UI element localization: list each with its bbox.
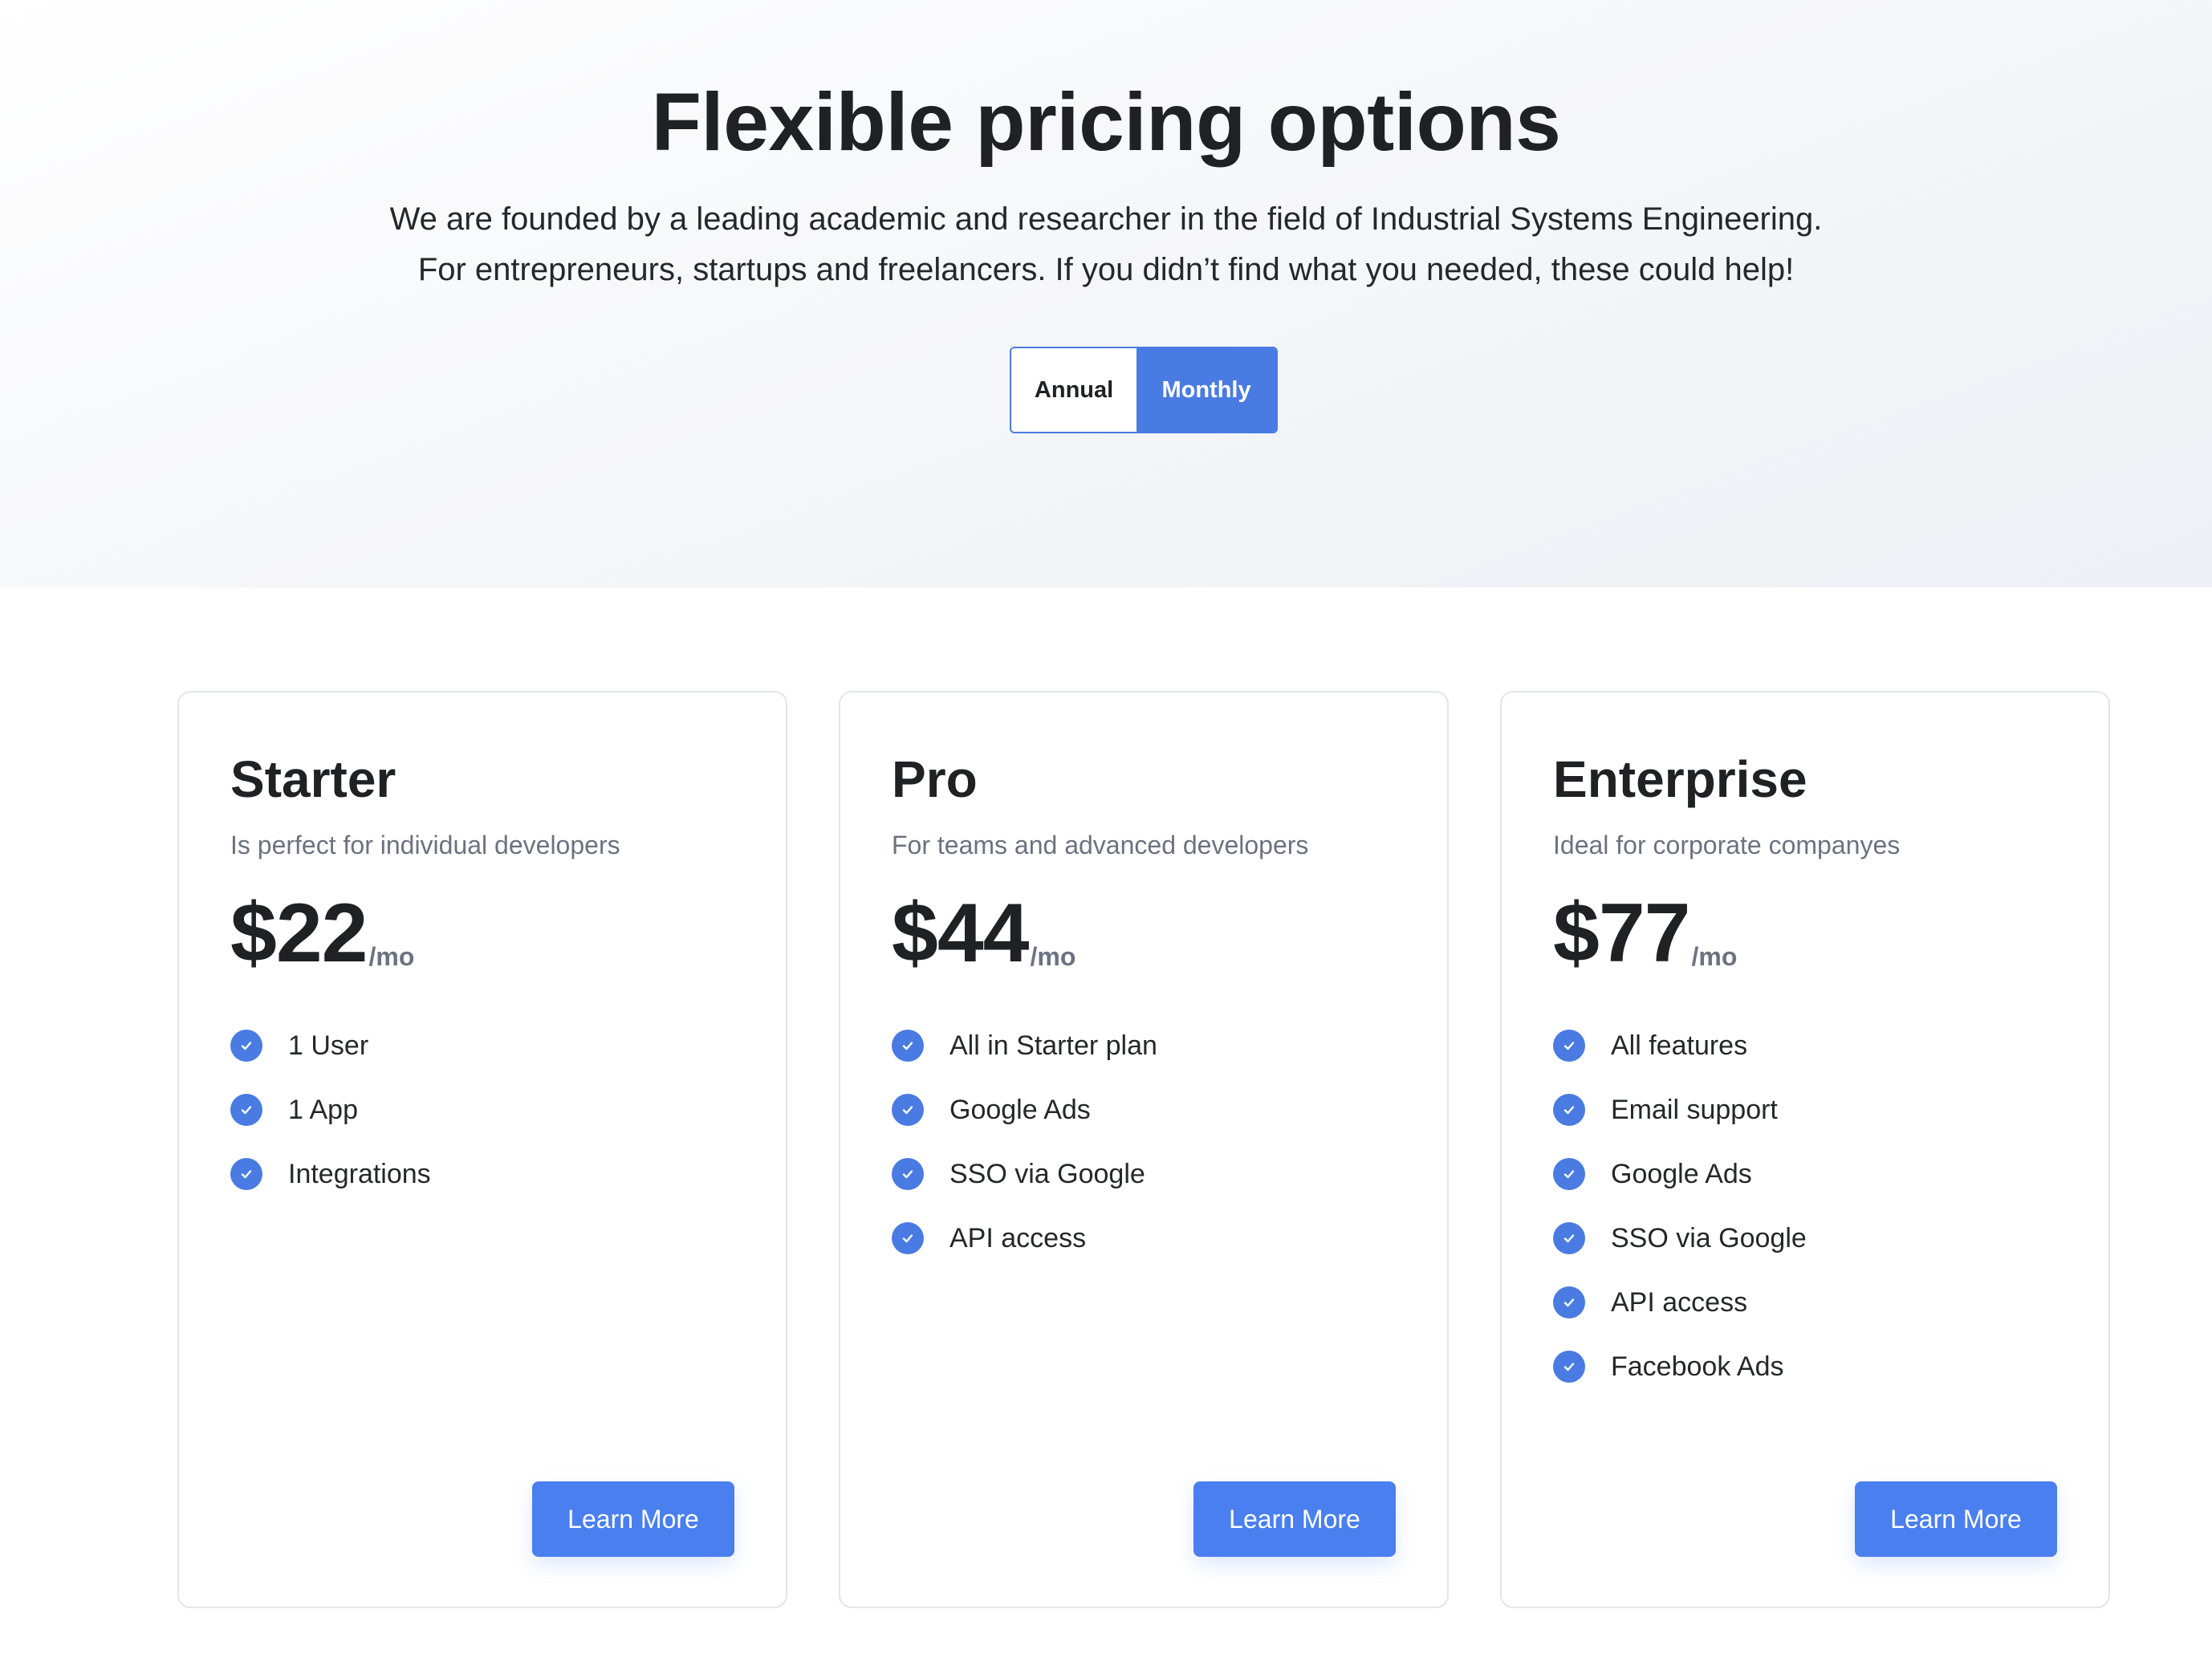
plan-price: $22 [230,887,368,980]
plan-card-starter: Starter Is perfect for individual develo… [177,691,787,1608]
hero-subtitle-line-2: For entrepreneurs, startups and freelanc… [417,252,1795,287]
check-circle-icon [1553,1158,1585,1190]
feature-item: Facebook Ads [1553,1335,1807,1399]
price-period: /mo [1691,942,1738,971]
check-circle-icon [1553,1286,1585,1318]
plan-card-enterprise: Enterprise Ideal for corporate companyes… [1500,691,2110,1608]
learn-more-button-starter[interactable]: Learn More [532,1481,734,1557]
feature-list: All features Email support Google Ads SS… [1553,1014,1807,1399]
check-circle-icon [230,1030,262,1062]
feature-list: 1 User 1 App Integrations [230,1014,431,1206]
feature-item: 1 User [230,1014,431,1078]
feature-label: Google Ads [1611,1159,1752,1189]
plan-name: Enterprise [1553,750,1807,808]
annual-toggle-button[interactable]: Annual [1011,348,1137,432]
feature-item: All features [1553,1014,1807,1078]
check-circle-icon [892,1094,924,1126]
price-period: /mo [368,942,415,971]
feature-item: Integrations [230,1142,431,1206]
feature-item: SSO via Google [1553,1206,1807,1270]
feature-label: 1 App [288,1095,358,1125]
learn-more-button-pro[interactable]: Learn More [1193,1481,1396,1557]
hero-subtitle-line-1: We are founded by a leading academic and… [389,201,1823,237]
feature-label: API access [1611,1287,1748,1318]
price-row: $22 /mo [230,889,414,977]
plan-name: Pro [892,750,978,808]
check-circle-icon [892,1222,924,1254]
feature-label: API access [949,1223,1087,1253]
feature-label: Integrations [288,1159,431,1189]
plan-description: Is perfect for individual developers [230,831,620,859]
billing-toggle: Annual Monthly [1010,347,1278,433]
feature-item: Email support [1553,1078,1807,1142]
learn-more-button-enterprise[interactable]: Learn More [1855,1481,2057,1557]
feature-label: SSO via Google [949,1159,1145,1189]
check-circle-icon [892,1158,924,1190]
feature-label: 1 User [288,1030,369,1061]
check-circle-icon [1553,1222,1585,1254]
feature-item: API access [1553,1270,1807,1335]
feature-label: All in Starter plan [949,1030,1157,1061]
feature-item: API access [892,1206,1157,1270]
feature-item: Google Ads [1553,1142,1807,1206]
feature-item: SSO via Google [892,1142,1157,1206]
feature-label: All features [1611,1030,1748,1061]
feature-label: Email support [1611,1095,1778,1125]
feature-item: Google Ads [892,1078,1157,1142]
page-title: Flexible pricing options [651,76,1561,168]
plan-price: $77 [1553,887,1691,980]
check-circle-icon [1553,1094,1585,1126]
monthly-toggle-button[interactable]: Monthly [1136,348,1276,432]
plan-description: For teams and advanced developers [892,831,1309,859]
feature-item: 1 App [230,1078,431,1142]
check-circle-icon [230,1094,262,1126]
price-period: /mo [1030,942,1076,971]
check-circle-icon [230,1158,262,1190]
feature-list: All in Starter plan Google Ads SSO via G… [892,1014,1157,1270]
check-circle-icon [1553,1351,1585,1383]
plan-description: Ideal for corporate companyes [1553,831,1901,859]
check-circle-icon [892,1030,924,1062]
plan-price: $44 [892,887,1030,980]
plan-card-pro: Pro For teams and advanced developers $4… [839,691,1449,1608]
feature-label: Facebook Ads [1611,1351,1784,1382]
feature-label: SSO via Google [1611,1223,1807,1253]
feature-label: Google Ads [949,1095,1091,1125]
hero-section: Flexible pricing options We are founded … [0,0,2212,587]
check-circle-icon [1553,1030,1585,1062]
plan-name: Starter [230,750,396,808]
feature-item: All in Starter plan [892,1014,1157,1078]
price-row: $77 /mo [1553,889,1737,977]
price-row: $44 /mo [892,889,1076,977]
